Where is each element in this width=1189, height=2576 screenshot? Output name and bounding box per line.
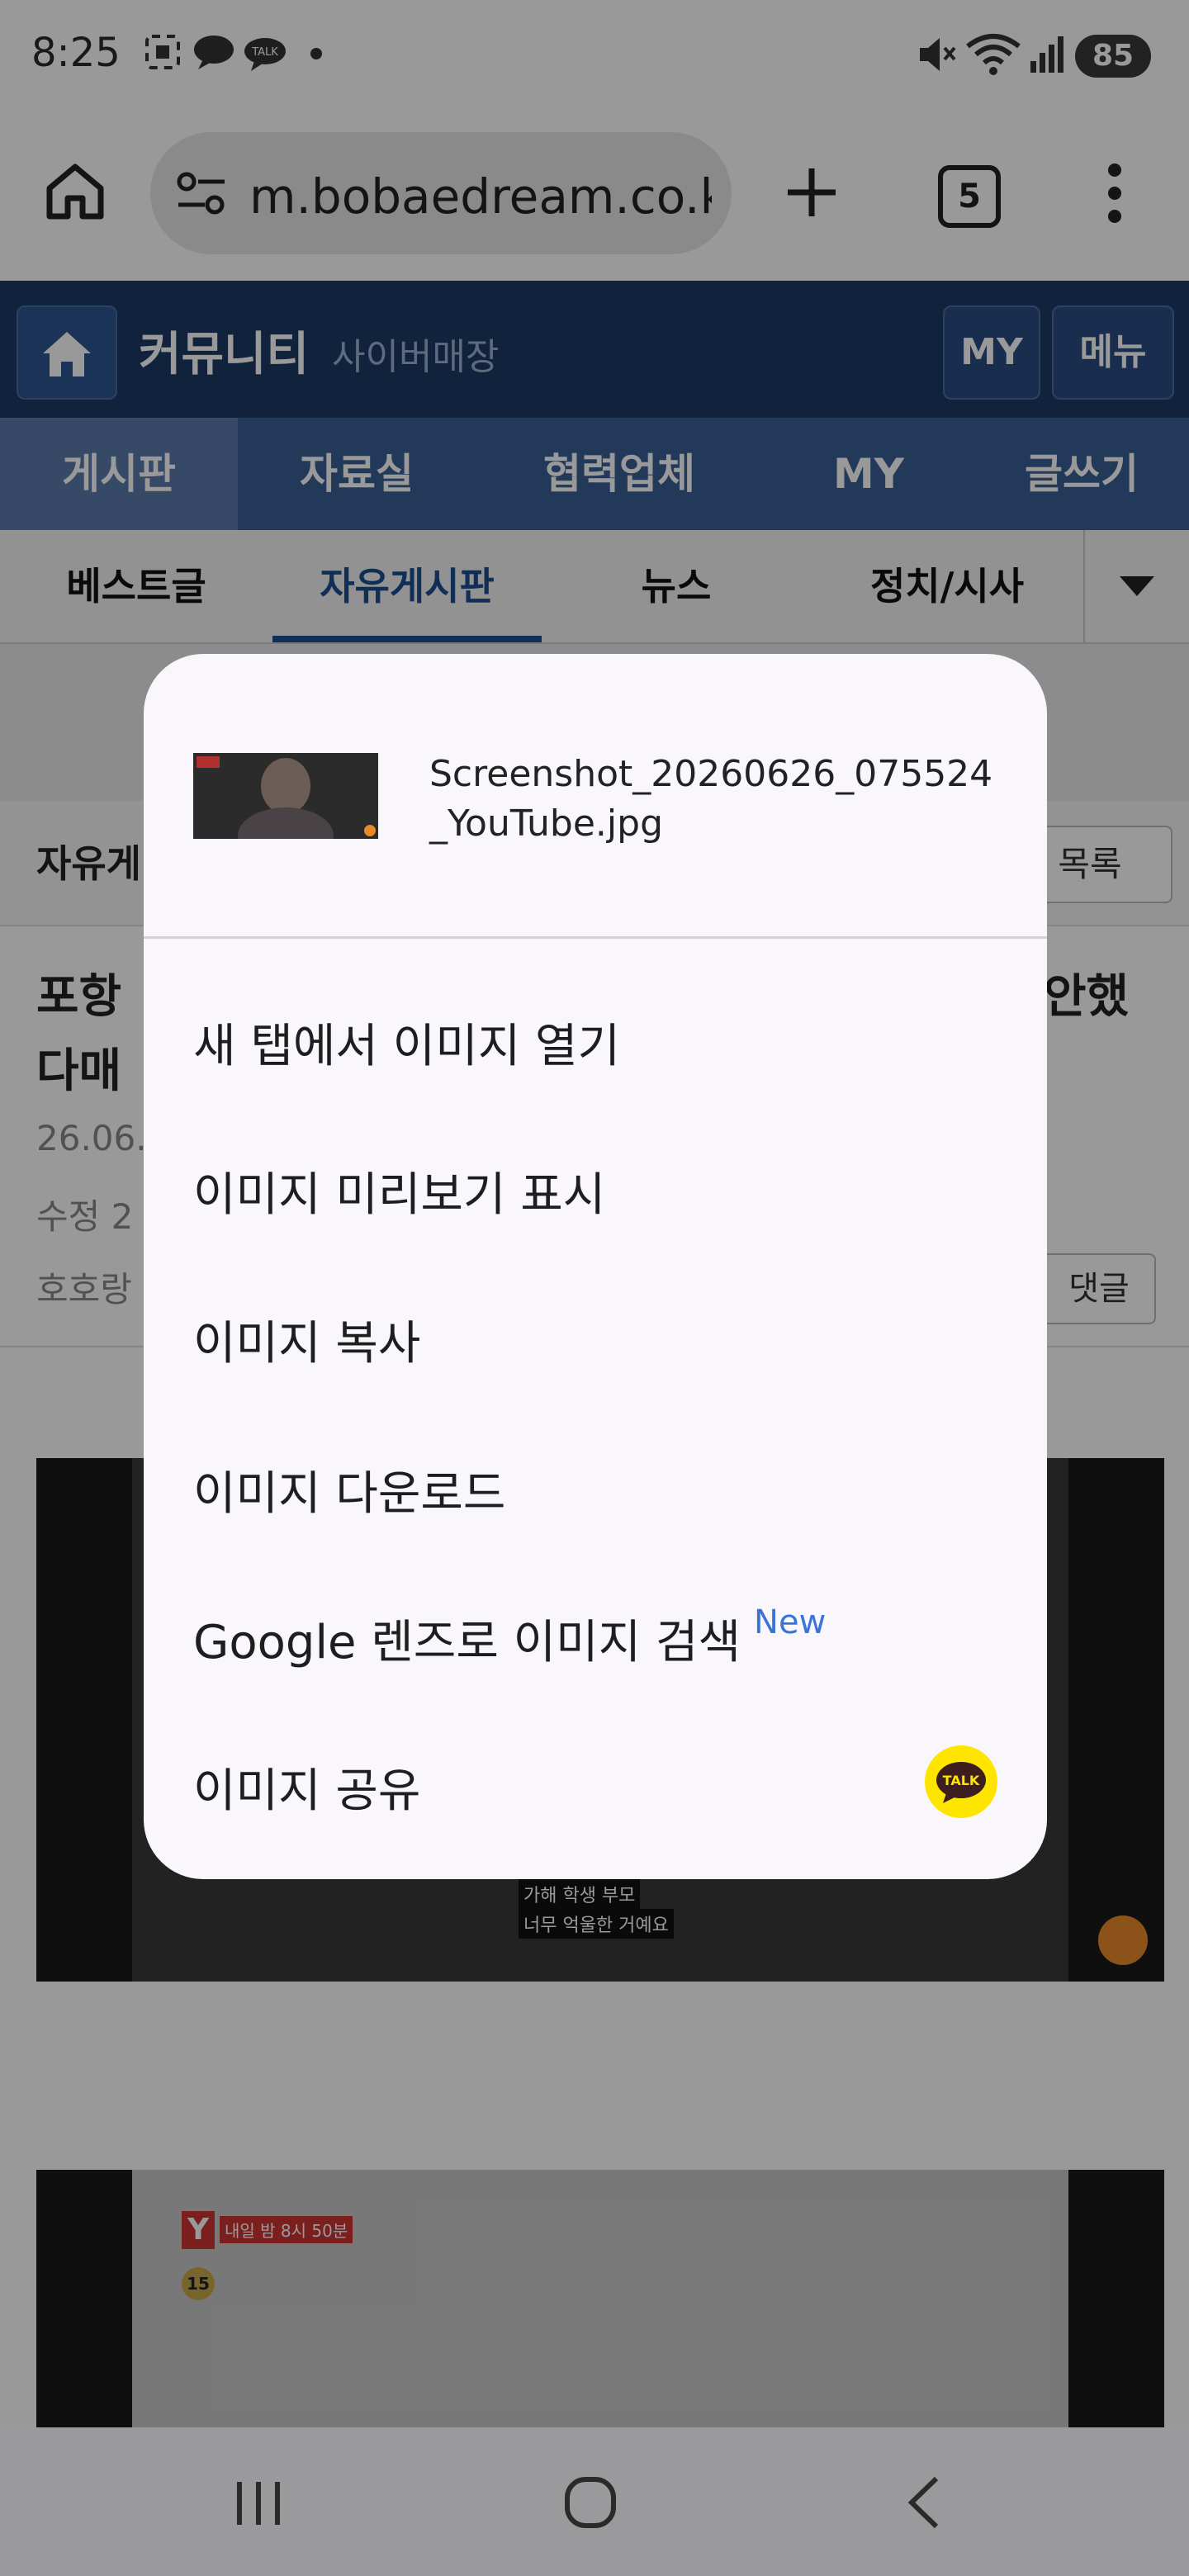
home-nav-icon[interactable]: [563, 2475, 618, 2530]
menu-item-copy-image[interactable]: 이미지 복사: [193, 1306, 420, 1373]
menu-item-google-lens-label[interactable]: Google 렌즈로 이미지 검색: [193, 1616, 741, 1669]
image-context-menu: Screenshot_20260626_075524_YouTube.jpg 새…: [144, 654, 1047, 1879]
kakaotalk-share-icon[interactable]: TALK: [925, 1745, 997, 1818]
image-thumbnail: [193, 753, 378, 839]
new-badge: New: [754, 1603, 827, 1641]
talk-icon-label: TALK: [943, 1773, 980, 1788]
recents-icon[interactable]: [233, 2477, 284, 2528]
menu-item-share-image[interactable]: 이미지 공유: [193, 1754, 420, 1821]
menu-item-preview-image[interactable]: 이미지 미리보기 표시: [193, 1158, 605, 1224]
image-filename: Screenshot_20260626_075524_YouTube.jpg: [429, 753, 993, 845]
menu-item-download-image[interactable]: 이미지 다운로드: [193, 1456, 505, 1523]
menu-item-open-new-tab[interactable]: 새 탭에서 이미지 열기: [193, 1009, 620, 1076]
menu-divider: [144, 936, 1047, 939]
back-icon[interactable]: [905, 2475, 941, 2530]
menu-item-google-lens[interactable]: Google 렌즈로 이미지 검색 New: [193, 1603, 827, 1672]
